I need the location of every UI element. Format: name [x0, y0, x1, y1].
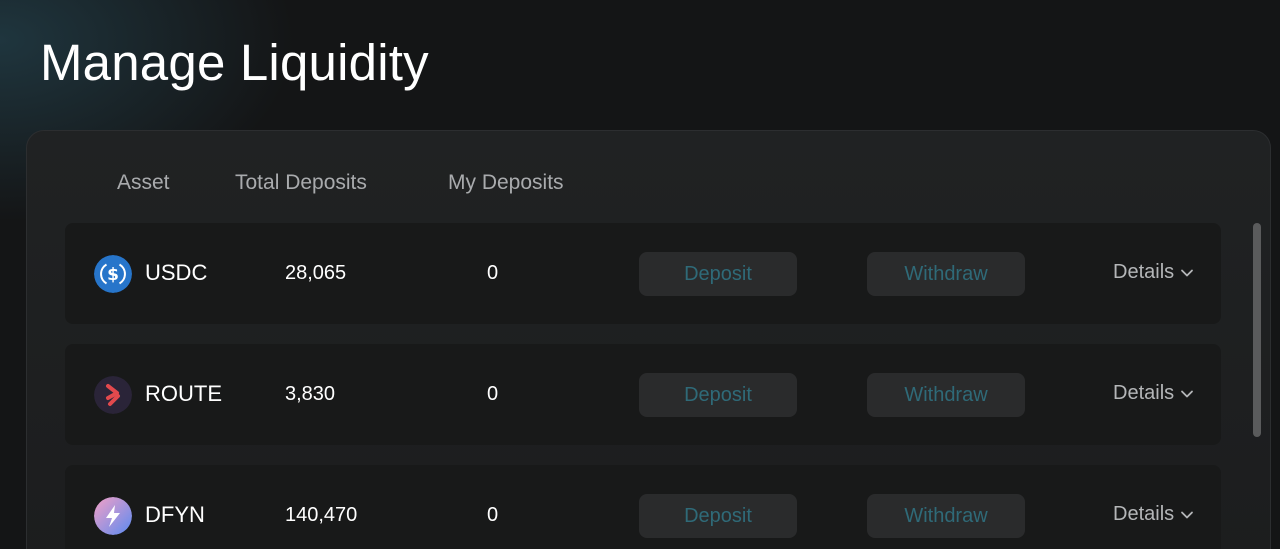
my-deposits-value: 0: [487, 504, 499, 526]
details-label: Details: [1113, 261, 1175, 283]
withdraw-button[interactable]: Withdraw: [867, 252, 1025, 296]
asset-name: ROUTE: [145, 381, 222, 406]
asset-name: USDC: [145, 260, 208, 285]
scrollbar-thumb[interactable]: [1253, 223, 1261, 437]
total-deposits-value: 3,830: [285, 383, 336, 405]
details-label: Details: [1113, 382, 1175, 404]
details-toggle[interactable]: Details: [1113, 261, 1194, 284]
table-row: $ USDC 28,065 0 Deposit Withdraw Details: [65, 223, 1221, 324]
my-deposits-value: 0: [487, 383, 499, 405]
page-title: Manage Liquidity: [40, 34, 429, 91]
column-header-my-deposits: My Deposits: [448, 171, 564, 194]
my-deposits-value: 0: [487, 262, 499, 284]
liquidity-panel: Asset Total Deposits My Deposits $ USDC …: [26, 130, 1271, 549]
deposit-button[interactable]: Deposit: [639, 494, 797, 538]
withdraw-button[interactable]: Withdraw: [867, 373, 1025, 417]
table-row: DFYN 140,470 0 Deposit Withdraw Details: [65, 465, 1221, 549]
total-deposits-value: 140,470: [285, 504, 358, 526]
asset-name: DFYN: [145, 502, 205, 527]
details-toggle[interactable]: Details: [1113, 503, 1194, 526]
chevron-down-icon: [1181, 390, 1194, 397]
total-deposits-value: 28,065: [285, 262, 347, 284]
page: Manage Liquidity Asset Total Deposits My…: [0, 0, 1280, 549]
usdc-icon: $: [94, 255, 132, 293]
chevron-down-icon: [1181, 269, 1194, 276]
details-label: Details: [1113, 503, 1175, 525]
withdraw-button[interactable]: Withdraw: [867, 494, 1025, 538]
route-icon: [94, 376, 132, 414]
deposit-button[interactable]: Deposit: [639, 252, 797, 296]
dfyn-icon: [94, 497, 132, 535]
deposit-button[interactable]: Deposit: [639, 373, 797, 417]
svg-text:$: $: [107, 265, 119, 285]
chevron-down-icon: [1181, 511, 1194, 518]
column-header-asset: Asset: [117, 171, 170, 194]
table-row: ROUTE 3,830 0 Deposit Withdraw Details: [65, 344, 1221, 445]
column-header-total-deposits: Total Deposits: [235, 171, 367, 194]
details-toggle[interactable]: Details: [1113, 382, 1194, 405]
